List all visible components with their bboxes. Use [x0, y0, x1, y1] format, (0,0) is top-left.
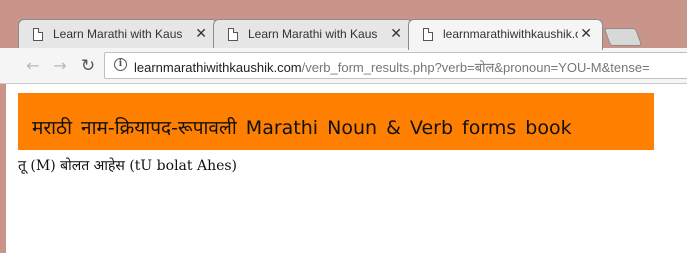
- tab-active[interactable]: learnmarathiwithkaushik.c ✕: [408, 19, 603, 50]
- url-text[interactable]: learnmarathiwithkaushik.com/verb_form_re…: [134, 58, 650, 76]
- page-icon: [33, 28, 43, 41]
- tab-title: Learn Marathi with Kaush: [248, 27, 378, 41]
- forward-arrow-icon[interactable]: →: [49, 55, 71, 77]
- url-path: /verb_form_results.php?verb=बोल&pronoun=…: [301, 60, 650, 75]
- tab-strip: Learn Marathi with Kaush ✕ Learn Marathi…: [0, 0, 687, 50]
- url-host: learnmarathiwithkaushik.com: [134, 60, 302, 75]
- page-content: मराठी नाम-क्रियापद-रूपावली Marathi Noun …: [6, 84, 687, 253]
- page-icon: [423, 28, 433, 41]
- reload-icon[interactable]: ↻: [77, 55, 99, 77]
- info-icon[interactable]: i: [114, 58, 127, 71]
- verb-form-result: तू (M) बोलत आहेस (tU bolat Ahes): [18, 158, 238, 174]
- address-bar[interactable]: i learnmarathiwithkaushik.com/verb_form_…: [104, 52, 687, 79]
- tab-learn-marathi-2[interactable]: Learn Marathi with Kaush ✕: [213, 19, 413, 49]
- banner-title: मराठी नाम-क्रियापद-रूपावली Marathi Noun …: [32, 117, 572, 139]
- site-banner: मराठी नाम-क्रियापद-रूपावली Marathi Noun …: [18, 93, 654, 150]
- tab-title: learnmarathiwithkaushik.c: [443, 27, 578, 41]
- browser-toolbar: ← → ↻ i learnmarathiwithkaushik.com/verb…: [0, 48, 687, 84]
- page-icon: [228, 28, 238, 41]
- close-icon[interactable]: ✕: [580, 25, 592, 43]
- new-tab-button[interactable]: [603, 28, 643, 46]
- close-icon[interactable]: ✕: [195, 25, 207, 43]
- tab-title: Learn Marathi with Kaush: [53, 27, 183, 41]
- back-arrow-icon[interactable]: ←: [22, 55, 44, 77]
- tab-learn-marathi-1[interactable]: Learn Marathi with Kaush ✕: [18, 19, 218, 49]
- close-icon[interactable]: ✕: [390, 25, 402, 43]
